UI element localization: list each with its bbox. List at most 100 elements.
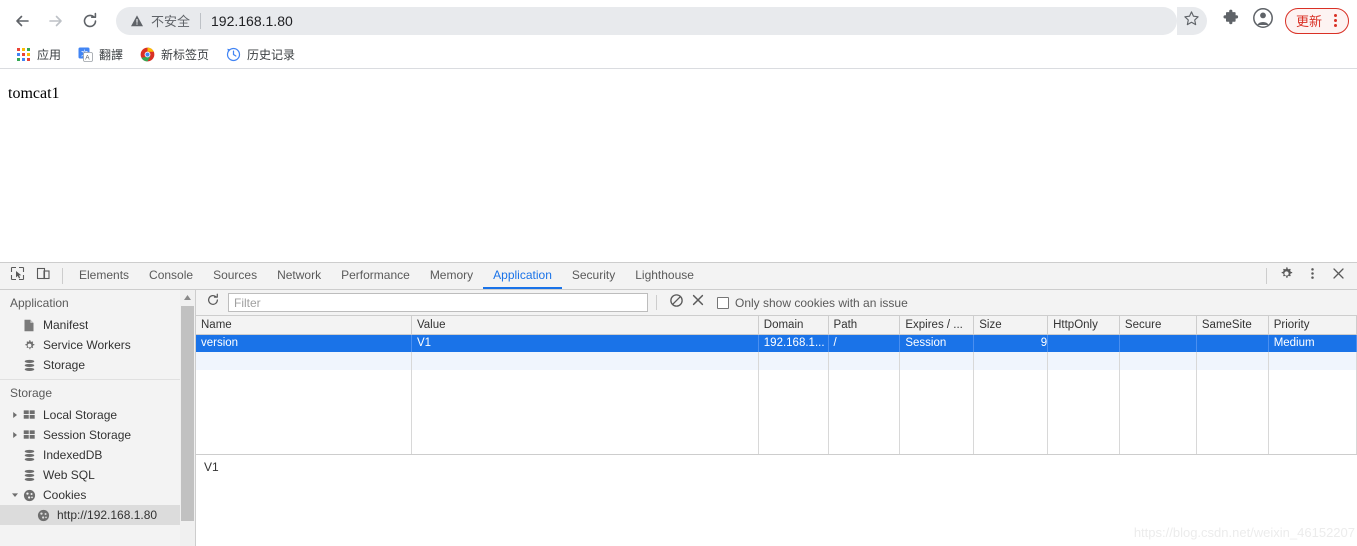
cell-name: version <box>196 334 412 352</box>
column-header-domain[interactable]: Domain <box>758 316 829 335</box>
profile-button[interactable] <box>1249 7 1277 35</box>
devtools-tabbar: Elements Console Sources Network Perform… <box>0 263 1357 290</box>
devtools-more-button[interactable] <box>1299 264 1325 288</box>
column-header-priority[interactable]: Priority <box>1268 316 1357 335</box>
sidebar-section-storage: Storage <box>10 386 53 400</box>
sidebar-item-label: http://192.168.1.80 <box>57 508 158 522</box>
sidebar-item-label: Service Workers <box>43 338 131 352</box>
back-button[interactable] <box>8 7 36 35</box>
table-grid-icon <box>22 428 36 442</box>
column-header-size[interactable]: Size <box>973 316 1049 335</box>
url-text: 192.168.1.80 <box>211 12 293 29</box>
device-toolbar-button[interactable] <box>30 264 56 288</box>
reload-icon <box>80 11 100 31</box>
sidebar-item-cookies[interactable]: Cookies <box>0 485 195 505</box>
sidebar-item-service-workers[interactable]: Service Workers <box>0 335 195 355</box>
column-header-name[interactable]: Name <box>196 316 412 335</box>
tab-lighthouse[interactable]: Lighthouse <box>625 263 704 289</box>
sidebar-item-storage[interactable]: Storage <box>0 355 195 375</box>
bookmark-item-apps[interactable]: 应用 <box>8 44 68 66</box>
delete-x-icon <box>691 293 705 312</box>
extensions-button[interactable] <box>1217 7 1245 35</box>
page-viewport: tomcat1 <box>0 69 1357 262</box>
bookmark-item-history[interactable]: 历史记录 <box>218 44 302 66</box>
delete-selected-cookie-button[interactable] <box>687 292 709 314</box>
filter-input[interactable] <box>228 293 648 312</box>
gear-icon <box>1279 266 1294 286</box>
sidebar-item-label: IndexedDB <box>43 448 103 462</box>
tab-performance[interactable]: Performance <box>331 263 420 289</box>
column-header-value[interactable]: Value <box>411 316 759 335</box>
gear-icon <box>22 338 36 352</box>
refresh-cookies-button[interactable] <box>202 292 224 314</box>
devtools-settings-button[interactable] <box>1273 264 1299 288</box>
forward-button[interactable] <box>42 7 70 35</box>
application-sidebar: Application Manifest Service Workers Sto… <box>0 290 196 546</box>
table-grid-icon <box>22 408 36 422</box>
bookmark-label: 新标签页 <box>161 48 210 62</box>
tab-console[interactable]: Console <box>139 263 203 289</box>
sidebar-item-indexeddb[interactable]: IndexedDB <box>0 445 195 465</box>
bookmark-label: 历史记录 <box>247 48 296 62</box>
toolbar-right-group: 更新 <box>1176 6 1349 35</box>
tabbar-divider <box>62 268 63 284</box>
tab-security[interactable]: Security <box>562 263 625 289</box>
only-issues-label: Only show cookies with an issue <box>735 295 908 310</box>
browser-toolbar: 不安全 192.168.1.80 更新 <box>0 0 1357 41</box>
cookies-table-container[interactable]: Name Value Domain Path Expires / ... Siz… <box>196 316 1357 455</box>
clear-all-cookies-button[interactable] <box>665 292 687 314</box>
bookmark-item-translate[interactable]: 文 A 翻譯 <box>70 44 130 66</box>
chevron-right-icon[interactable] <box>10 411 20 419</box>
sidebar-item-cookie-origin[interactable]: http://192.168.1.80 <box>0 505 195 525</box>
page-body-text: tomcat1 <box>8 85 60 102</box>
devtools-close-button[interactable] <box>1325 264 1351 288</box>
chevron-right-icon[interactable] <box>10 431 20 439</box>
sidebar-item-session-storage[interactable]: Session Storage <box>0 425 195 445</box>
column-header-expires[interactable]: Expires / ... <box>899 316 975 335</box>
column-header-httponly[interactable]: HttpOnly <box>1047 316 1120 335</box>
history-clock-icon <box>225 47 241 63</box>
cookie-preview-text: V1 <box>204 460 219 474</box>
cell-size: 9 <box>973 334 1049 352</box>
tab-sources[interactable]: Sources <box>203 263 267 289</box>
only-issues-checkbox-row[interactable]: Only show cookies with an issue <box>717 296 908 310</box>
chevron-down-icon[interactable] <box>10 491 20 499</box>
profile-avatar-icon <box>1252 7 1274 34</box>
inspect-element-button[interactable] <box>4 264 30 288</box>
sidebar-item-web-sql[interactable]: Web SQL <box>0 465 195 485</box>
column-header-secure[interactable]: Secure <box>1119 316 1197 335</box>
reload-button[interactable] <box>76 7 104 35</box>
sidebar-item-label: Manifest <box>43 318 89 332</box>
tab-network[interactable]: Network <box>267 263 331 289</box>
apps-grid-icon <box>15 47 31 63</box>
sidebar-item-manifest[interactable]: Manifest <box>0 315 195 335</box>
tab-memory[interactable]: Memory <box>420 263 483 289</box>
devtools-actions <box>1260 264 1357 288</box>
address-bar[interactable]: 不安全 192.168.1.80 <box>116 6 1177 35</box>
cookies-pane: Only show cookies with an issue Name Val… <box>196 290 1357 546</box>
sidebar-scrollbar[interactable] <box>180 290 195 546</box>
only-issues-checkbox[interactable] <box>717 296 729 309</box>
sidebar-item-label: Web SQL <box>43 468 95 482</box>
three-dots-vertical-icon <box>1326 11 1344 31</box>
update-button[interactable]: 更新 <box>1284 7 1349 34</box>
document-icon <box>22 318 36 332</box>
actions-divider <box>1266 268 1267 284</box>
table-row-empty <box>196 370 1357 454</box>
database-icon <box>22 448 36 462</box>
table-row[interactable]: version V1 192.168.1... / Session 9 Medi… <box>196 334 1357 352</box>
bookmark-button[interactable] <box>1176 6 1207 35</box>
scroll-up-arrow-icon[interactable] <box>180 290 195 304</box>
sidebar-scrollbar-thumb[interactable] <box>181 306 194 521</box>
table-header-row: Name Value Domain Path Expires / ... Siz… <box>196 316 1357 335</box>
bookmark-label: 应用 <box>37 48 62 62</box>
omnibox-divider <box>200 12 202 29</box>
column-header-path[interactable]: Path <box>828 316 901 335</box>
tab-application[interactable]: Application <box>483 263 562 289</box>
sidebar-item-local-storage[interactable]: Local Storage <box>0 405 195 425</box>
cookie-icon <box>36 508 50 522</box>
bookmark-item-new-tab[interactable]: 新标签页 <box>132 44 216 66</box>
column-header-samesite[interactable]: SameSite <box>1196 316 1269 335</box>
tab-elements[interactable]: Elements <box>69 263 139 289</box>
cookies-toolbar: Only show cookies with an issue <box>196 290 1357 316</box>
